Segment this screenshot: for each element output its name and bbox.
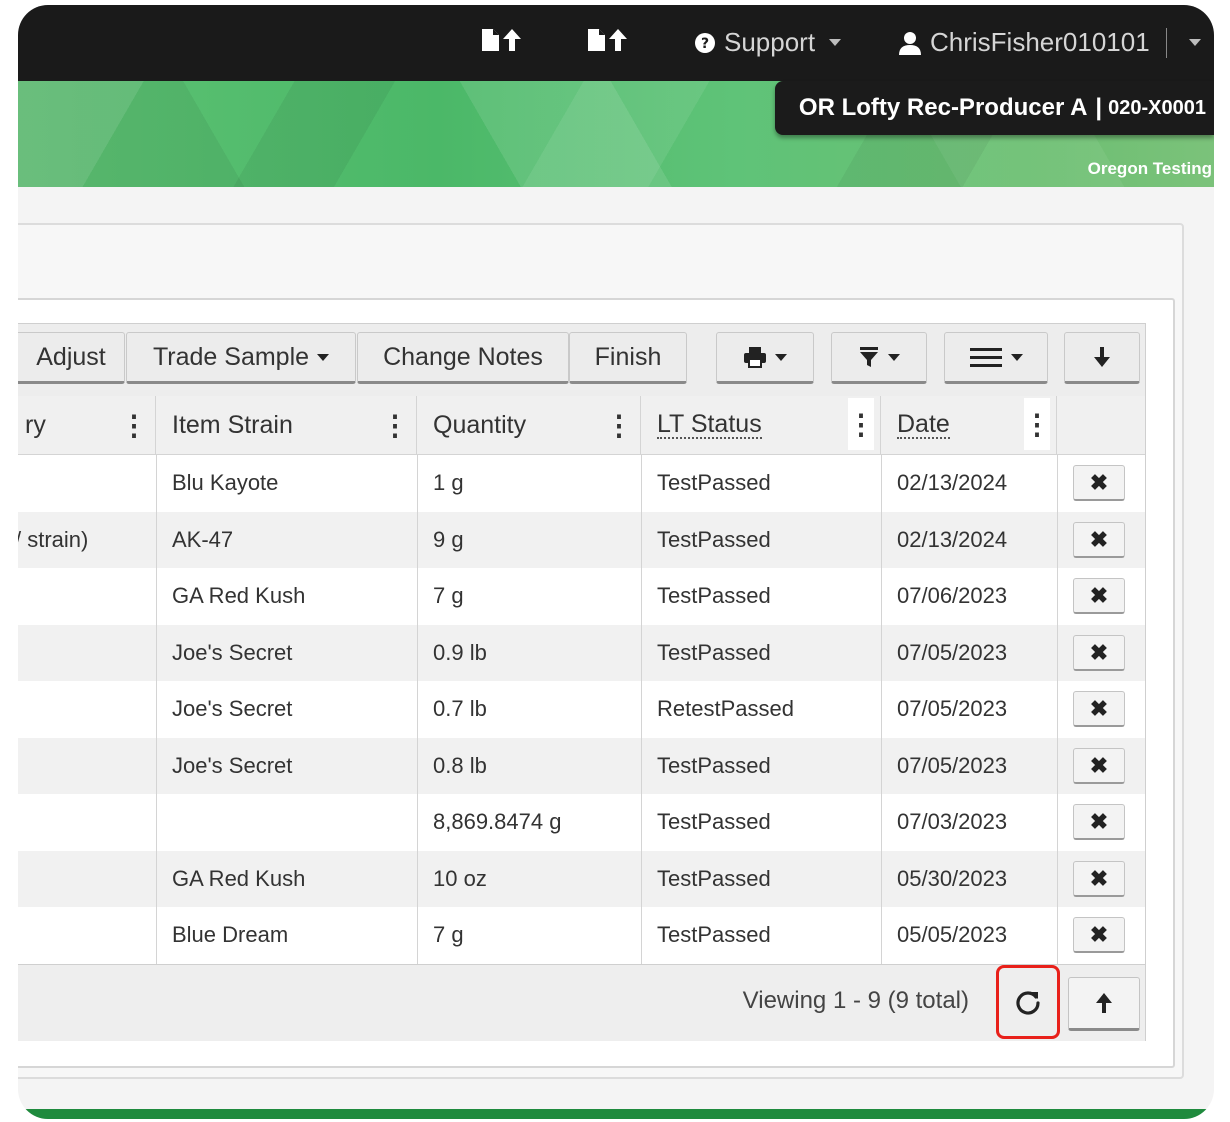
table-row[interactable]: Joe's Secret 0.7 lb RetestPassed 07/05/2…	[18, 681, 1145, 737]
column-divider	[417, 455, 418, 964]
close-icon: ✖	[1089, 639, 1109, 665]
close-icon: ✖	[1089, 469, 1109, 495]
user-label: ChrisFisher010101	[930, 27, 1150, 57]
close-icon: ✖	[1089, 921, 1109, 947]
table-row[interactable]: 8,869.8474 g TestPassed 07/03/2023 ✖	[18, 794, 1145, 850]
user-menu[interactable]: ChrisFisher010101	[898, 27, 1201, 58]
close-icon: ✖	[1089, 526, 1109, 552]
remove-row-button[interactable]: ✖	[1073, 635, 1125, 671]
chevron-down-icon	[1188, 39, 1201, 46]
download-button[interactable]	[1064, 332, 1140, 384]
support-label: Support	[724, 27, 816, 57]
file-upload-icon	[588, 29, 627, 51]
close-icon: ✖	[1089, 695, 1109, 721]
remove-row-button[interactable]: ✖	[1073, 578, 1125, 614]
close-icon: ✖	[1089, 752, 1109, 778]
finish-button[interactable]: Finish	[569, 332, 687, 384]
facility-name: OR Lofty Rec-Producer A	[798, 94, 1088, 121]
table-row[interactable]: Blu Kayote 1 g TestPassed 02/13/2024 ✖	[18, 455, 1145, 511]
packages-grid: Adjust Trade Sample Change Notes Finish	[18, 323, 1146, 1041]
grid-header: ry ⋮ Item Strain ⋮ Quantity ⋮ LT Status …	[18, 396, 1145, 455]
column-menu-icon[interactable]: ⋮	[1023, 398, 1051, 450]
footer-bar	[18, 1109, 1214, 1119]
table-row[interactable]: Blue Dream 7 g TestPassed 05/05/2023 ✖	[18, 907, 1145, 963]
facility-separator: |	[1095, 94, 1103, 121]
column-menu-icon[interactable]: ⋮	[847, 398, 875, 450]
close-icon: ✖	[1089, 865, 1109, 891]
table-row[interactable]: GA Red Kush 10 oz TestPassed 05/30/2023 …	[18, 851, 1145, 907]
column-menu-icon[interactable]: ⋮	[120, 396, 148, 454]
trade-sample-button[interactable]: Trade Sample	[126, 332, 356, 384]
upload-menu-2[interactable]	[586, 27, 630, 53]
close-icon: ✖	[1089, 808, 1109, 834]
table-row[interactable]: Joe's Secret 0.8 lb TestPassed 07/05/202…	[18, 738, 1145, 794]
column-header-date[interactable]: Date ⋮	[881, 396, 1057, 454]
close-icon: ✖	[1089, 582, 1109, 608]
remove-row-button[interactable]: ✖	[1073, 861, 1125, 897]
column-divider	[156, 455, 157, 964]
chevron-down-icon	[775, 353, 787, 361]
divider	[1165, 27, 1167, 58]
print-menu-button[interactable]	[716, 332, 814, 384]
question-circle-icon: ?	[695, 32, 715, 53]
remove-row-button[interactable]: ✖	[1073, 917, 1125, 953]
chevron-down-icon	[888, 353, 900, 361]
column-divider	[1057, 455, 1058, 964]
column-menu-icon[interactable]: ⋮	[605, 396, 633, 454]
file-upload-icon	[482, 29, 521, 51]
support-menu[interactable]: ? Support	[694, 27, 842, 58]
table-row[interactable]: Joe's Secret 0.9 lb TestPassed 07/05/202…	[18, 625, 1145, 681]
column-header-category[interactable]: ry ⋮	[18, 396, 156, 454]
print-icon	[744, 347, 766, 368]
table-row[interactable]: GA Red Kush 7 g TestPassed 07/06/2023 ✖	[18, 568, 1145, 624]
oregon-testing-link[interactable]: Oregon Testing	[1088, 159, 1212, 179]
column-header-lt-status[interactable]: LT Status ⋮	[641, 396, 881, 454]
remove-row-button[interactable]: ✖	[1073, 804, 1125, 840]
chevron-down-icon	[1011, 353, 1023, 361]
upload-menu-1[interactable]	[480, 27, 524, 53]
adjust-button[interactable]: Adjust	[18, 332, 125, 384]
header-banner: OR Lofty Rec-Producer A | 020-X0001 Oreg…	[18, 81, 1214, 187]
filter-menu-button[interactable]	[831, 332, 927, 384]
column-divider	[641, 455, 642, 964]
column-header-actions	[1057, 396, 1145, 454]
column-menu-icon[interactable]: ⋮	[381, 396, 409, 454]
user-icon	[899, 31, 921, 55]
license-number: 020-X0001	[1108, 96, 1206, 119]
columns-menu-button[interactable]	[944, 332, 1048, 384]
upload-button[interactable]	[1068, 977, 1140, 1031]
column-header-item-strain[interactable]: Item Strain ⋮	[156, 396, 417, 454]
change-notes-button[interactable]: Change Notes	[357, 332, 569, 384]
refresh-button[interactable]	[996, 965, 1060, 1039]
remove-row-button[interactable]: ✖	[1073, 465, 1125, 501]
filter-icon	[860, 347, 878, 367]
column-header-quantity[interactable]: Quantity ⋮	[417, 396, 641, 454]
arrow-up-icon	[1096, 993, 1112, 1013]
remove-row-button[interactable]: ✖	[1073, 748, 1125, 784]
list-icon	[970, 348, 1002, 367]
refresh-icon	[1016, 991, 1040, 1015]
svg-text:?: ?	[701, 36, 709, 52]
chevron-down-icon	[829, 39, 842, 46]
remove-row-button[interactable]: ✖	[1073, 522, 1125, 558]
facility-selector[interactable]: OR Lofty Rec-Producer A | 020-X0001	[774, 81, 1214, 135]
remove-row-button[interactable]: ✖	[1073, 691, 1125, 727]
pager-info: Viewing 1 - 9 (9 total)	[742, 987, 969, 1014]
arrow-down-icon	[1094, 347, 1110, 367]
table-row[interactable]: / strain) AK-47 9 g TestPassed 02/13/202…	[18, 512, 1145, 568]
app-window: ? Support ChrisFisher010101 OR Lofty Rec…	[18, 5, 1214, 1119]
chevron-down-icon	[317, 353, 330, 361]
grid-footer: Viewing 1 - 9 (9 total)	[18, 964, 1145, 1041]
grid-toolbar: Adjust Trade Sample Change Notes Finish	[18, 324, 1145, 397]
top-navbar: ? Support ChrisFisher010101	[18, 5, 1214, 81]
column-divider	[881, 455, 882, 964]
